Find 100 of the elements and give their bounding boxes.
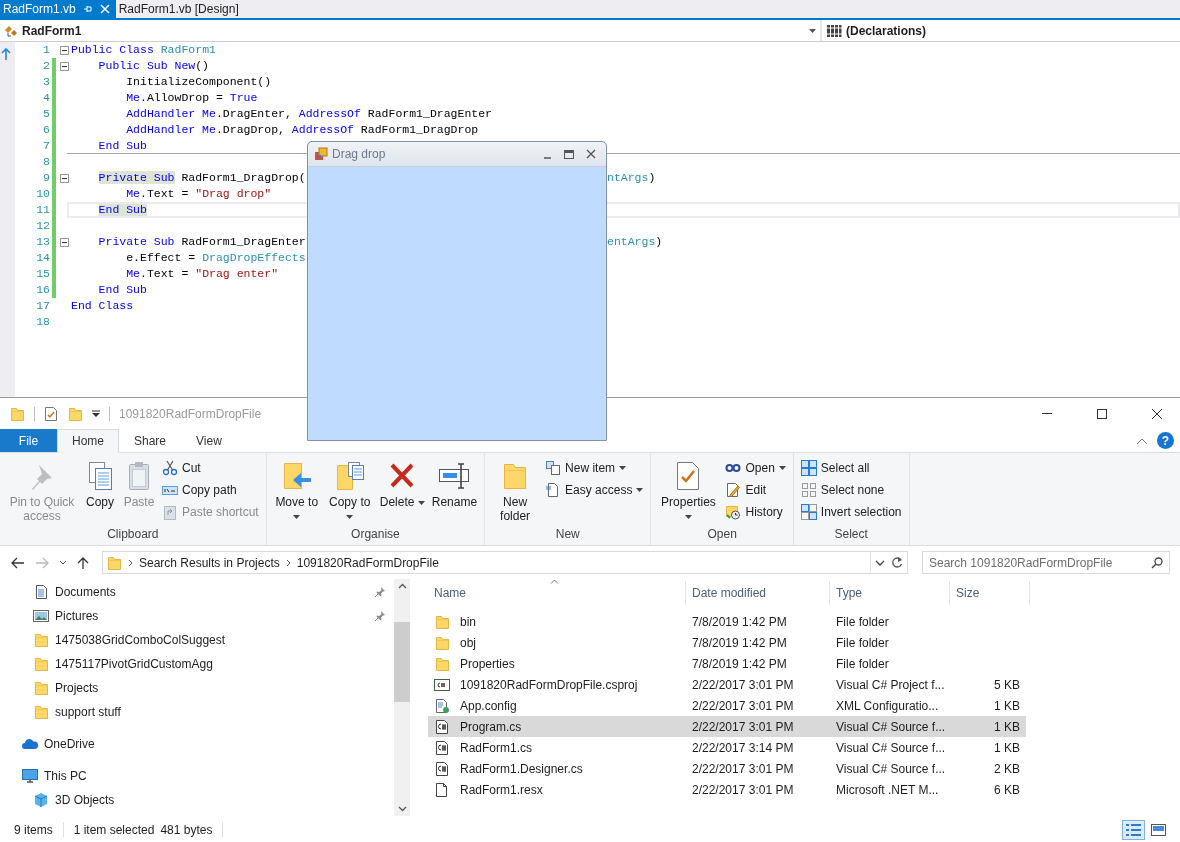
dropdown-icon[interactable] <box>92 409 100 418</box>
close-icon <box>586 149 596 159</box>
books-icon <box>826 23 842 38</box>
column-header[interactable]: Type <box>830 581 950 605</box>
ribbon-tab[interactable]: View <box>181 429 237 452</box>
view-button[interactable] <box>1122 819 1145 840</box>
line-number: 10 <box>35 186 51 202</box>
details-view-icon <box>1125 821 1142 838</box>
close-icon[interactable] <box>99 4 110 14</box>
nav-item[interactable]: Documents <box>0 580 394 604</box>
chevron-down-icon[interactable] <box>875 559 885 566</box>
properties-icon[interactable] <box>44 405 58 422</box>
file-row[interactable]: RadForm1.resx 2/22/2017 3:01 PM Microsoft .NET M... 6 KB <box>428 779 1026 800</box>
file-row[interactable]: obj 7/8/2019 1:42 PM File folder <box>428 632 1026 653</box>
chevron-up-icon[interactable] <box>1136 436 1148 445</box>
chevron-right-icon <box>128 558 133 567</box>
ribbon-tab[interactable]: Home <box>57 429 119 453</box>
grid-icon <box>800 482 817 498</box>
collapse-icon[interactable] <box>60 61 69 71</box>
ribbon-button[interactable]: Copy to <box>323 458 376 525</box>
file-menu-button[interactable]: File <box>0 429 57 452</box>
collapse-icon[interactable] <box>60 237 69 247</box>
code-line: AddHandler Me.DragDrop, AddressOf RadForm1_DragDrop <box>126 123 479 136</box>
ribbon-button[interactable]: Rename <box>428 458 481 525</box>
ribbon-button[interactable]: Cut <box>159 458 262 478</box>
nav-item[interactable]: OneDrive <box>0 732 394 756</box>
line-number: 6 <box>42 122 51 138</box>
file-date: 7/8/2019 1:42 PM <box>691 635 788 650</box>
file-type: Visual C# Source f... <box>835 740 947 755</box>
picture-icon <box>33 608 49 624</box>
ribbon-button[interactable]: Invert selection <box>797 502 905 522</box>
file-date: 7/8/2019 1:42 PM <box>691 656 788 671</box>
breadcrumb[interactable]: Search Results in Projects <box>139 553 280 572</box>
file-row[interactable]: bin 7/8/2019 1:42 PM File folder <box>428 611 1026 632</box>
ribbon-button[interactable]: Properties <box>655 458 722 525</box>
line-number: 1 <box>42 42 51 58</box>
code-file-icon <box>434 718 450 735</box>
line-number: 14 <box>35 250 51 266</box>
scroll-down-icon[interactable] <box>397 806 407 812</box>
pin-icon[interactable] <box>82 4 93 14</box>
ribbon-button[interactable]: Edit <box>722 480 789 500</box>
column-header[interactable]: Date modified <box>686 581 830 605</box>
nav-item[interactable]: Pictures <box>0 604 394 628</box>
folder-icon <box>106 554 122 571</box>
editor-tab[interactable]: RadForm1.vb [Design] <box>115 0 245 18</box>
file-row[interactable]: RadForm1.Designer.cs 2/22/2017 3:01 PM Visual C# Source f... 2 KB <box>428 758 1026 779</box>
file-date: 2/22/2017 3:14 PM <box>691 740 795 755</box>
minimize-icon <box>1041 413 1053 414</box>
file-row[interactable]: 1091820RadFormDropFile.csproj 2/22/2017 3:01 PM Visual C# Project f... 5 KB <box>428 674 1026 695</box>
ribbon-button[interactable]: Copy <box>81 458 119 525</box>
file-type: Visual C# Source f... <box>835 719 947 734</box>
sort-icon <box>550 579 559 584</box>
scrollbar-thumb[interactable] <box>394 622 410 702</box>
breadcrumb[interactable]: 1091820RadFormDropFile <box>296 553 439 572</box>
file-row[interactable]: Properties 7/8/2019 1:42 PM File folder <box>428 653 1026 674</box>
file-row[interactable]: Program.cs 2/22/2017 3:01 PM Visual C# Source f... 1 KB <box>428 716 1026 737</box>
ribbon-button[interactable]: Copy path <box>159 480 262 500</box>
ribbon-button[interactable]: Open <box>722 458 789 478</box>
collapse-icon[interactable] <box>60 173 69 183</box>
nav-item[interactable]: Projects <box>0 676 394 700</box>
collapse-icon[interactable] <box>60 45 69 55</box>
ribbon-button[interactable]: History <box>722 502 789 522</box>
file-type: Visual C# Project f... <box>835 677 946 692</box>
ribbon-button[interactable]: New item <box>542 458 647 478</box>
ribbon-button[interactable]: Select none <box>797 480 905 500</box>
nav-item[interactable]: 1475038GridComboColSuggest <box>0 628 394 652</box>
ribbon-button[interactable]: Delete <box>376 458 428 525</box>
search-icon <box>1151 556 1163 569</box>
nav-item[interactable]: This PC <box>0 764 394 788</box>
nav-item[interactable]: 1475117PivotGridCustomAgg <box>0 652 394 676</box>
file-row[interactable]: RadForm1.cs 2/22/2017 3:14 PM Visual C# Source f... 1 KB <box>428 737 1026 758</box>
code-line: Public Class RadForm1 <box>71 43 216 56</box>
code-line: e.Effect = DragDropEffects <box>126 251 306 264</box>
editor-tab[interactable]: RadForm1.vb <box>0 0 116 18</box>
search-field[interactable]: Search 1091820RadFormDropFile <box>922 551 1170 574</box>
column-header[interactable]: Size <box>950 581 1030 605</box>
code-line: Public Sub New() <box>98 59 210 72</box>
scroll-up-icon[interactable] <box>397 583 407 589</box>
group-label: New <box>554 526 581 543</box>
nav-item[interactable]: support stuff <box>0 700 394 724</box>
chevron-right-icon <box>285 558 291 567</box>
code-fragment: entArgs) <box>607 235 663 248</box>
file-date: 7/8/2019 1:42 PM <box>691 614 788 629</box>
file-row[interactable]: App.config 2/22/2017 3:01 PM XML Configuratio... 1 KB <box>428 695 1026 716</box>
config-file-icon <box>434 697 450 714</box>
line-number: 8 <box>42 154 51 170</box>
file-name: Properties <box>459 655 516 673</box>
column-header[interactable]: Name <box>428 581 686 605</box>
window-title: 1091820RadFormDropFile <box>119 405 262 423</box>
cloud-icon <box>22 736 38 752</box>
ribbon-button[interactable]: Easy access <box>542 480 647 500</box>
folder-icon <box>33 704 49 720</box>
ribbon-button[interactable]: New folder <box>489 458 542 525</box>
ribbon-button[interactable]: Select all <box>797 458 905 478</box>
address-bar[interactable]: Search Results in Projects 1091820RadFormDropFile <box>102 551 908 574</box>
help-button[interactable]: ? <box>1157 432 1174 449</box>
ribbon-button[interactable]: Move to <box>270 458 323 525</box>
ribbon-tab[interactable]: Share <box>119 429 182 452</box>
nav-item[interactable]: 3D Objects <box>0 788 394 812</box>
refresh-icon[interactable] <box>891 556 903 569</box>
